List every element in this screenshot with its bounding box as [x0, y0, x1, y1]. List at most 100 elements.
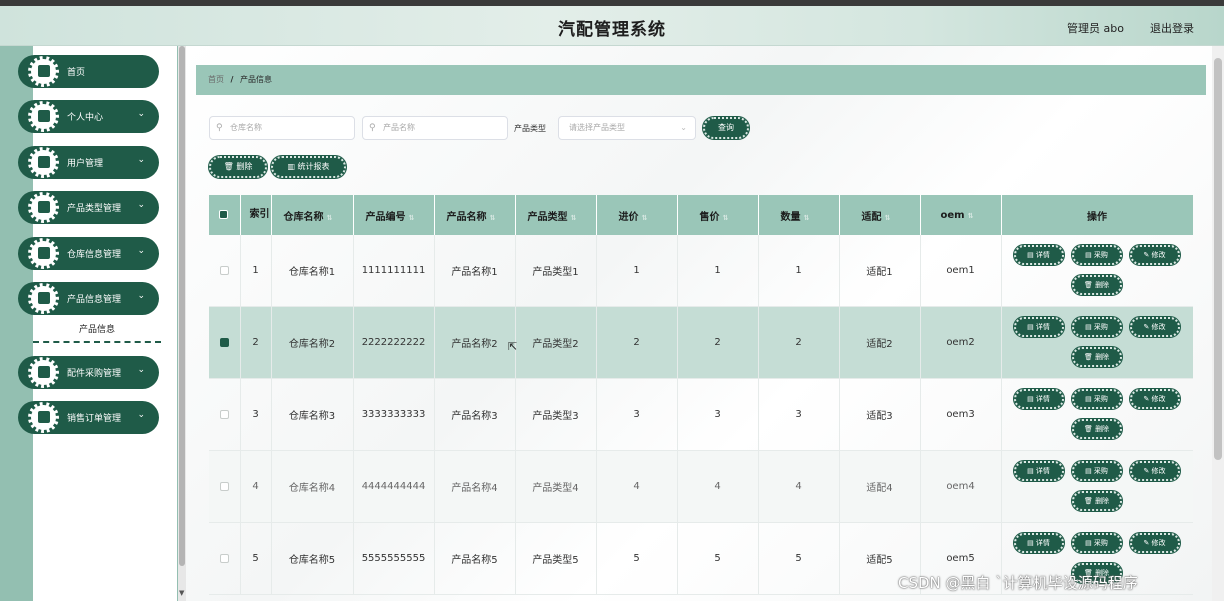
cell-cost: 4 [596, 450, 678, 523]
column-header-code[interactable]: 产品编号 ⇅ [353, 195, 435, 235]
warehouse-search-input[interactable]: ⚲ 仓库名称 [209, 116, 355, 140]
chevron-down-icon: ⌄ [137, 410, 145, 420]
sidebar-scroll-thumb[interactable] [179, 46, 185, 566]
purchase-button[interactable]: ▤ 采购 [1070, 460, 1123, 482]
cell-qty: 1 [758, 235, 840, 307]
edit-button[interactable]: ✎ 修改 [1128, 244, 1181, 266]
sidebar-item-parts-purchase[interactable]: 配件采购管理 ⌄ [18, 356, 159, 389]
cell-type: 产品类型5 [515, 522, 597, 595]
search-icon: ⚲ [369, 123, 376, 133]
table-row[interactable]: 3 仓库名称3 3333333333 产品名称3 产品类型3 3 3 3 适配3 oem3 ▤ 详情… [209, 378, 1193, 451]
sidebar-item-sales-orders[interactable]: 销售订单管理 ⌄ [18, 401, 159, 434]
sidebar-item-label: 首页 [67, 68, 86, 78]
column-header-qty[interactable]: 数量 ⇅ [758, 195, 840, 235]
query-button[interactable]: 查询 [702, 116, 750, 140]
detail-button[interactable]: ▤ 详情 [1012, 244, 1065, 266]
sidebar-subitem-product-info[interactable]: 产品信息 [33, 321, 161, 343]
row-checkbox[interactable] [219, 409, 229, 419]
row-select-cell[interactable] [209, 378, 241, 451]
row-select-cell[interactable] [209, 306, 241, 379]
table-row[interactable]: 2 仓库名称2 2222222222 产品名称2 产品类型2 2 2 2 适配2 oem2 ▤ 详情… [209, 306, 1193, 379]
column-header-oem[interactable]: oem ⇅ [920, 195, 1002, 235]
purchase-button[interactable]: ▤ 采购 [1070, 532, 1123, 554]
scroll-down-icon[interactable]: ▼ [179, 589, 184, 597]
row-select-cell[interactable] [209, 522, 241, 595]
sidebar-item-profile[interactable]: 个人中心 ⌄ [18, 100, 159, 133]
cell-code: 5555555555 [353, 522, 435, 595]
cell-type: 产品类型3 [515, 378, 597, 451]
delete-button[interactable]: 🗑 删除 [1070, 418, 1123, 440]
cell-name: 产品名称3 [434, 378, 516, 451]
delete-button[interactable]: 🗑 删除 [1070, 274, 1123, 296]
edit-button[interactable]: ✎ 修改 [1128, 388, 1181, 410]
purchase-button[interactable]: ▤ 采购 [1070, 244, 1123, 266]
sidebar-item-product-types[interactable]: 产品类型管理 ⌄ [18, 191, 159, 224]
report-button[interactable]: ▥ 统计报表 [270, 155, 347, 179]
current-user: 管理员 abo [1067, 22, 1124, 35]
cell-price: 2 [677, 306, 759, 379]
sidebar-item-label: 产品信息管理 [67, 295, 122, 305]
report-label: 统计报表 [297, 162, 330, 171]
detail-button[interactable]: ▤ 详情 [1012, 532, 1065, 554]
purchase-button[interactable]: ▤ 采购 [1070, 388, 1123, 410]
edit-button[interactable]: ✎ 修改 [1128, 532, 1181, 554]
column-header-name[interactable]: 产品名称 ⇅ [434, 195, 516, 235]
column-header-warehouse[interactable]: 仓库名称 ⇅ [271, 195, 354, 235]
detail-button[interactable]: ▤ 详情 [1012, 316, 1065, 338]
cell-actions: ▤ 详情 ▤ 采购 ✎ 修改 🗑 删除 [1001, 235, 1193, 307]
sort-icon: ⇅ [967, 211, 974, 220]
chevron-down-icon: ⌄ [137, 109, 145, 119]
table-row[interactable]: 1 仓库名称1 1111111111 产品名称1 产品类型1 1 1 1 适配1 oem1 ▤ 详情… [209, 235, 1193, 307]
delete-button[interactable]: 🗑 删除 [1070, 490, 1123, 512]
detail-button[interactable]: ▤ 详情 [1012, 388, 1065, 410]
cell-index: 3 [240, 378, 272, 451]
row-select-cell[interactable] [209, 450, 241, 523]
row-checkbox[interactable] [219, 481, 229, 491]
breadcrumb-home[interactable]: 首页 [208, 75, 224, 84]
edit-button[interactable]: ✎ 修改 [1128, 460, 1181, 482]
product-search-input[interactable]: ⚲ 产品名称 [362, 116, 508, 140]
app-header: 汽配管理系统 管理员 abo 退出登录 [0, 6, 1224, 46]
trash-icon: 🗑 [1083, 281, 1093, 289]
cell-warehouse: 仓库名称4 [271, 450, 354, 523]
select-all-cell[interactable] [209, 195, 241, 235]
cell-cost: 3 [596, 378, 678, 451]
column-header-fit[interactable]: 适配 ⇅ [839, 195, 921, 235]
delete-button[interactable]: 🗑 删除 [1070, 346, 1123, 368]
select-all-checkbox[interactable] [219, 210, 228, 219]
cell-oem: oem3 [920, 378, 1002, 451]
sidebar-item-warehouses[interactable]: 仓库信息管理 ⌄ [18, 237, 159, 270]
logout-link[interactable]: 退出登录 [1150, 20, 1194, 36]
detail-button[interactable]: ▤ 详情 [1012, 460, 1065, 482]
batch-delete-button[interactable]: 🗑 删除 [208, 155, 268, 179]
chevron-down-icon: ⌄ [137, 365, 145, 375]
user-icon [28, 101, 59, 132]
table-row[interactable]: 4 仓库名称4 4444444444 产品名称4 产品类型4 4 4 4 适配4 oem4 ▤ 详情… [209, 450, 1193, 523]
document-icon: ▤ [1085, 539, 1092, 547]
sidebar-scrollbar[interactable]: ▼ [178, 46, 186, 601]
page-scrollbar[interactable] [1212, 46, 1224, 601]
product-type-placeholder: 请选择产品类型 [569, 123, 625, 132]
cell-warehouse: 仓库名称2 [271, 306, 354, 379]
row-checkbox[interactable] [219, 553, 229, 563]
edit-button[interactable]: ✎ 修改 [1128, 316, 1181, 338]
breadcrumb-current: 产品信息 [240, 75, 273, 84]
column-header-type[interactable]: 产品类型 ⇅ [515, 195, 597, 235]
cell-oem: oem4 [920, 450, 1002, 523]
purchase-button[interactable]: ▤ 采购 [1070, 316, 1123, 338]
chevron-down-icon: ⌄ [137, 200, 145, 210]
sidebar-item-label: 配件采购管理 [67, 369, 122, 379]
sidebar-item-products[interactable]: 产品信息管理 ⌄ [18, 282, 159, 315]
product-type-select[interactable]: 请选择产品类型 ⌄ [558, 116, 696, 140]
row-select-cell[interactable] [209, 235, 241, 307]
row-checkbox[interactable] [219, 337, 229, 347]
sort-icon: ⇅ [489, 213, 496, 222]
cell-actions: ▤ 详情 ▤ 采购 ✎ 修改 🗑 删除 [1001, 378, 1193, 451]
column-header-cost[interactable]: 进价 ⇅ [596, 195, 678, 235]
sidebar-item-home[interactable]: 首页 [18, 55, 159, 88]
column-header-price[interactable]: 售价 ⇅ [677, 195, 759, 235]
sidebar-item-users[interactable]: 用户管理 ⌄ [18, 146, 159, 179]
row-checkbox[interactable] [219, 265, 229, 275]
page-scroll-thumb[interactable] [1214, 58, 1222, 460]
product-type-label: 产品类型 [514, 124, 546, 133]
